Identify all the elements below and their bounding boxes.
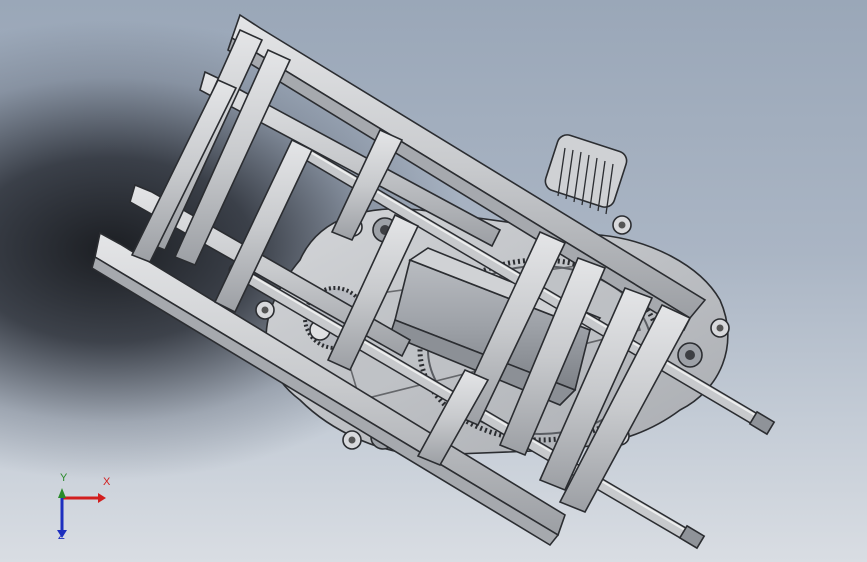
mount-hole[interactable] — [612, 215, 632, 235]
rail-end-caps — [678, 410, 776, 550]
x-axis-label: X — [103, 476, 111, 488]
z-axis-label: Z — [58, 530, 65, 542]
mount-hole[interactable] — [255, 300, 275, 320]
bearing[interactable] — [677, 342, 703, 368]
mount-hole[interactable] — [342, 430, 362, 450]
orientation-triad[interactable]: X Y Z — [40, 472, 120, 550]
robot-chassis-model[interactable] — [0, 0, 867, 562]
cad-viewport[interactable]: X Y Z — [0, 0, 867, 562]
mount-hole[interactable] — [710, 318, 730, 338]
y-axis-label: Y — [60, 472, 68, 484]
axis-arrows-icon — [57, 488, 106, 538]
timing-pulley[interactable] — [543, 132, 629, 215]
